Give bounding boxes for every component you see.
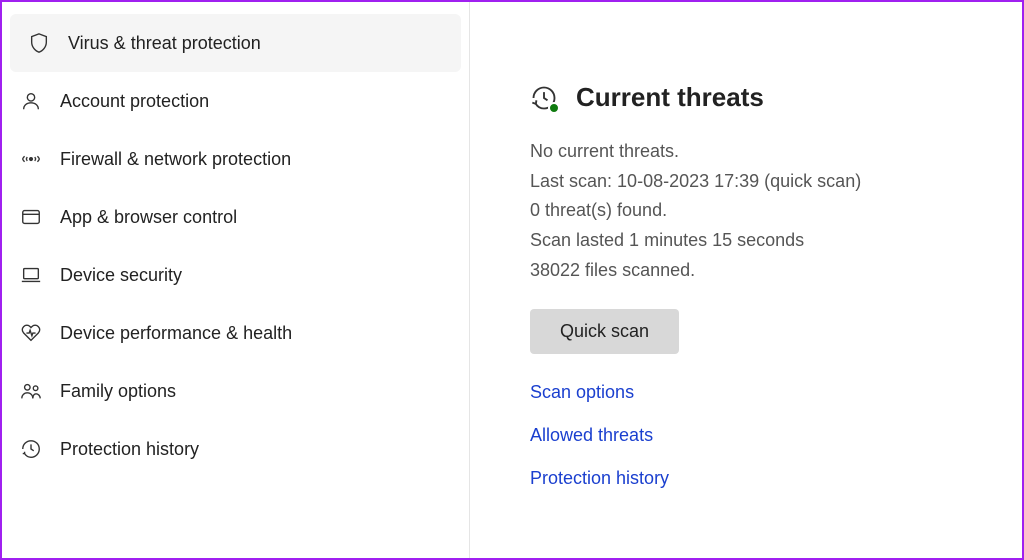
threat-status-text: No current threats. Last scan: 10-08-202…: [530, 137, 992, 285]
sidebar-item-account[interactable]: Account protection: [2, 72, 469, 130]
scan-options-link[interactable]: Scan options: [530, 382, 992, 403]
sidebar-item-firewall[interactable]: Firewall & network protection: [2, 130, 469, 188]
person-icon: [20, 90, 42, 112]
history-icon: [20, 438, 42, 460]
threats-found-line: 0 threat(s) found.: [530, 196, 992, 226]
section-header: Current threats: [530, 82, 992, 113]
status-ok-badge: [548, 102, 560, 114]
laptop-icon: [20, 264, 42, 286]
scan-duration-line: Scan lasted 1 minutes 15 seconds: [530, 226, 992, 256]
people-icon: [20, 380, 42, 402]
sidebar-item-performance[interactable]: Device performance & health: [2, 304, 469, 362]
sidebar-item-label: Account protection: [60, 91, 209, 112]
files-scanned-line: 38022 files scanned.: [530, 256, 992, 286]
window-icon: [20, 206, 42, 228]
last-scan-line: Last scan: 10-08-2023 17:39 (quick scan): [530, 167, 992, 197]
allowed-threats-link[interactable]: Allowed threats: [530, 425, 992, 446]
quick-scan-button[interactable]: Quick scan: [530, 309, 679, 354]
main-content: Current threats No current threats. Last…: [470, 2, 1022, 558]
sidebar-item-app-browser[interactable]: App & browser control: [2, 188, 469, 246]
sidebar-item-label: Virus & threat protection: [68, 33, 261, 54]
sidebar-item-label: Device security: [60, 265, 182, 286]
sidebar-item-label: Firewall & network protection: [60, 149, 291, 170]
sidebar-item-label: Device performance & health: [60, 323, 292, 344]
scan-history-icon: [530, 84, 558, 112]
sidebar-item-device-security[interactable]: Device security: [2, 246, 469, 304]
shield-icon: [28, 32, 50, 54]
sidebar-item-family[interactable]: Family options: [2, 362, 469, 420]
sidebar-item-label: Family options: [60, 381, 176, 402]
sidebar-item-label: App & browser control: [60, 207, 237, 228]
section-title: Current threats: [576, 82, 764, 113]
sidebar-item-label: Protection history: [60, 439, 199, 460]
sidebar-item-virus-threat[interactable]: Virus & threat protection: [10, 14, 461, 72]
no-threats-line: No current threats.: [530, 137, 992, 167]
antenna-icon: [20, 148, 42, 170]
heart-pulse-icon: [20, 322, 42, 344]
protection-history-link[interactable]: Protection history: [530, 468, 992, 489]
sidebar-item-history[interactable]: Protection history: [2, 420, 469, 478]
sidebar: Virus & threat protection Account protec…: [2, 2, 470, 558]
